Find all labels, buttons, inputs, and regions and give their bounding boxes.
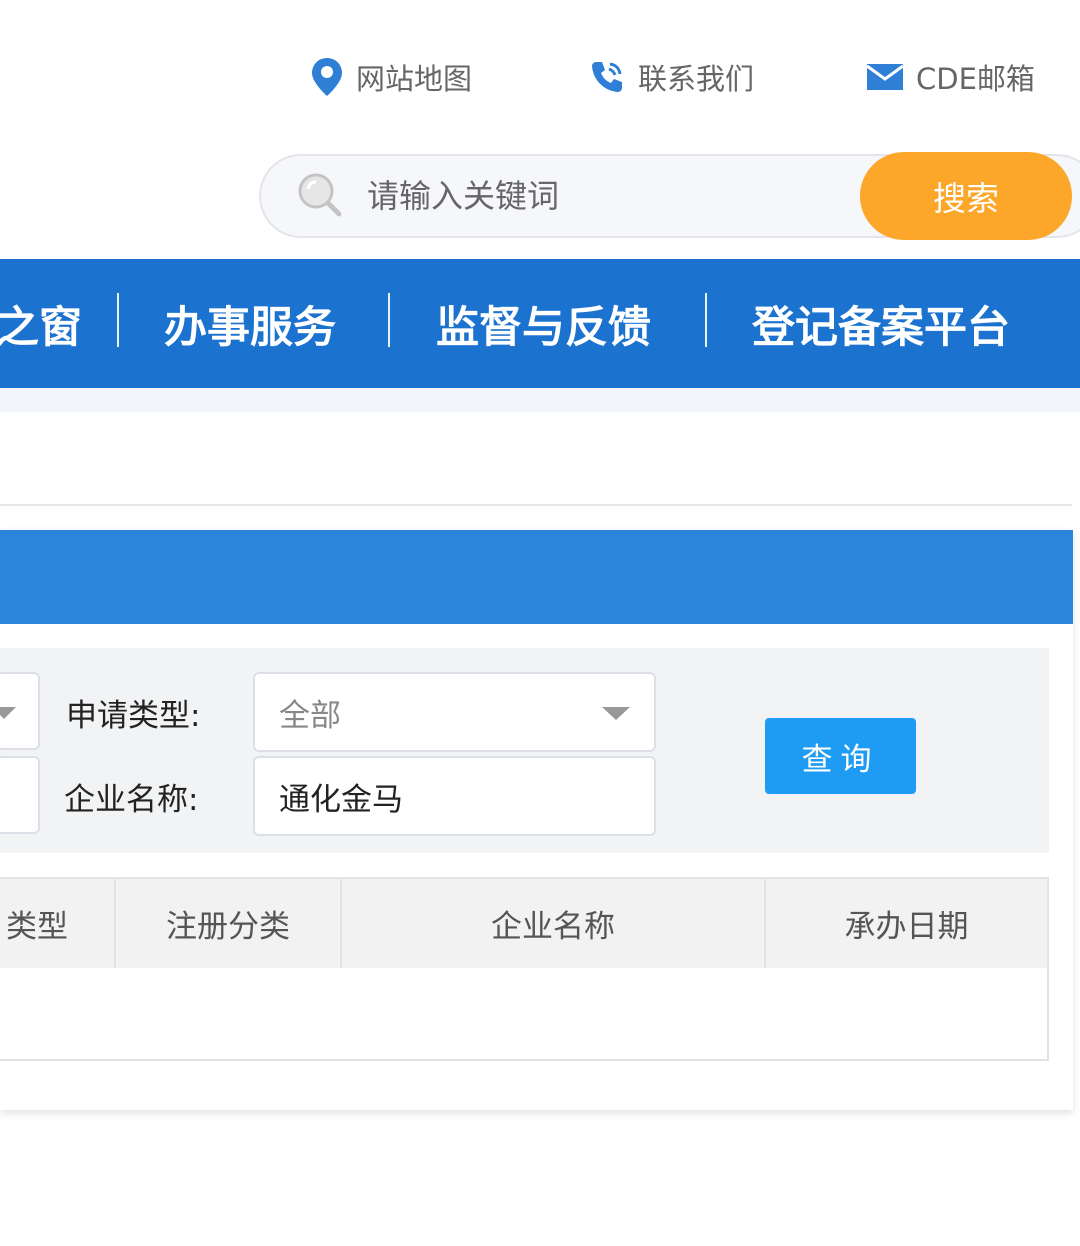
- nav-bottom-strip: [0, 388, 1080, 412]
- search-icon: [295, 170, 345, 224]
- phone-icon: [588, 58, 626, 96]
- mail-icon: [866, 63, 904, 91]
- nav-separator: [705, 293, 707, 347]
- table-empty-row: [0, 968, 1049, 1061]
- contact-us-label: 联系我们: [638, 62, 755, 96]
- cde-mail-link[interactable]: CDE邮箱: [866, 52, 1035, 102]
- nav-item-services[interactable]: 办事服务: [164, 259, 336, 388]
- nav-separator: [117, 293, 119, 347]
- company-name-input[interactable]: [253, 756, 656, 836]
- partial-select-box[interactable]: [0, 672, 40, 750]
- search-button[interactable]: 搜索: [860, 152, 1072, 240]
- site-map-link[interactable]: 网站地图: [310, 52, 472, 102]
- search-input[interactable]: [365, 166, 845, 226]
- site-map-label: 网站地图: [356, 62, 473, 96]
- nav-separator: [388, 293, 390, 347]
- column-header-company-name[interactable]: 企业名称: [342, 879, 764, 968]
- divider: [0, 504, 1072, 506]
- nav-item-supervision-feedback[interactable]: 监督与反馈: [436, 259, 651, 388]
- query-button[interactable]: 查询: [765, 718, 916, 794]
- column-header-registration-category[interactable]: 注册分类: [116, 879, 340, 968]
- company-name-label: 企业名称:: [64, 782, 199, 818]
- panel-header: [0, 530, 1073, 624]
- cde-mail-label: CDE邮箱: [916, 62, 1035, 96]
- apply-type-select[interactable]: 全部: [253, 672, 656, 752]
- chevron-down-icon: [0, 707, 16, 719]
- partial-input-box[interactable]: [0, 756, 40, 834]
- nav-item-window[interactable]: 之窗: [0, 259, 82, 388]
- query-panel: 申请类型: 全部 企业名称: 查询 类型 注册分类 企业名称 承办日期: [0, 530, 1073, 1110]
- contact-us-link[interactable]: 联系我们: [588, 52, 754, 102]
- top-links: 网站地图 联系我们 CDE邮箱: [0, 52, 1080, 102]
- column-header-handling-date[interactable]: 承办日期: [766, 879, 1047, 968]
- column-header-type[interactable]: 类型: [0, 879, 114, 968]
- apply-type-value: 全部: [279, 697, 341, 734]
- table-header: 类型 注册分类 企业名称 承办日期: [0, 877, 1049, 970]
- nav-item-registration-platform[interactable]: 登记备案平台: [752, 259, 1010, 388]
- apply-type-label: 申请类型:: [66, 698, 201, 734]
- location-pin-icon: [310, 56, 344, 98]
- chevron-down-icon: [602, 707, 630, 720]
- main-nav: 之窗 办事服务 监督与反馈 登记备案平台: [0, 259, 1080, 388]
